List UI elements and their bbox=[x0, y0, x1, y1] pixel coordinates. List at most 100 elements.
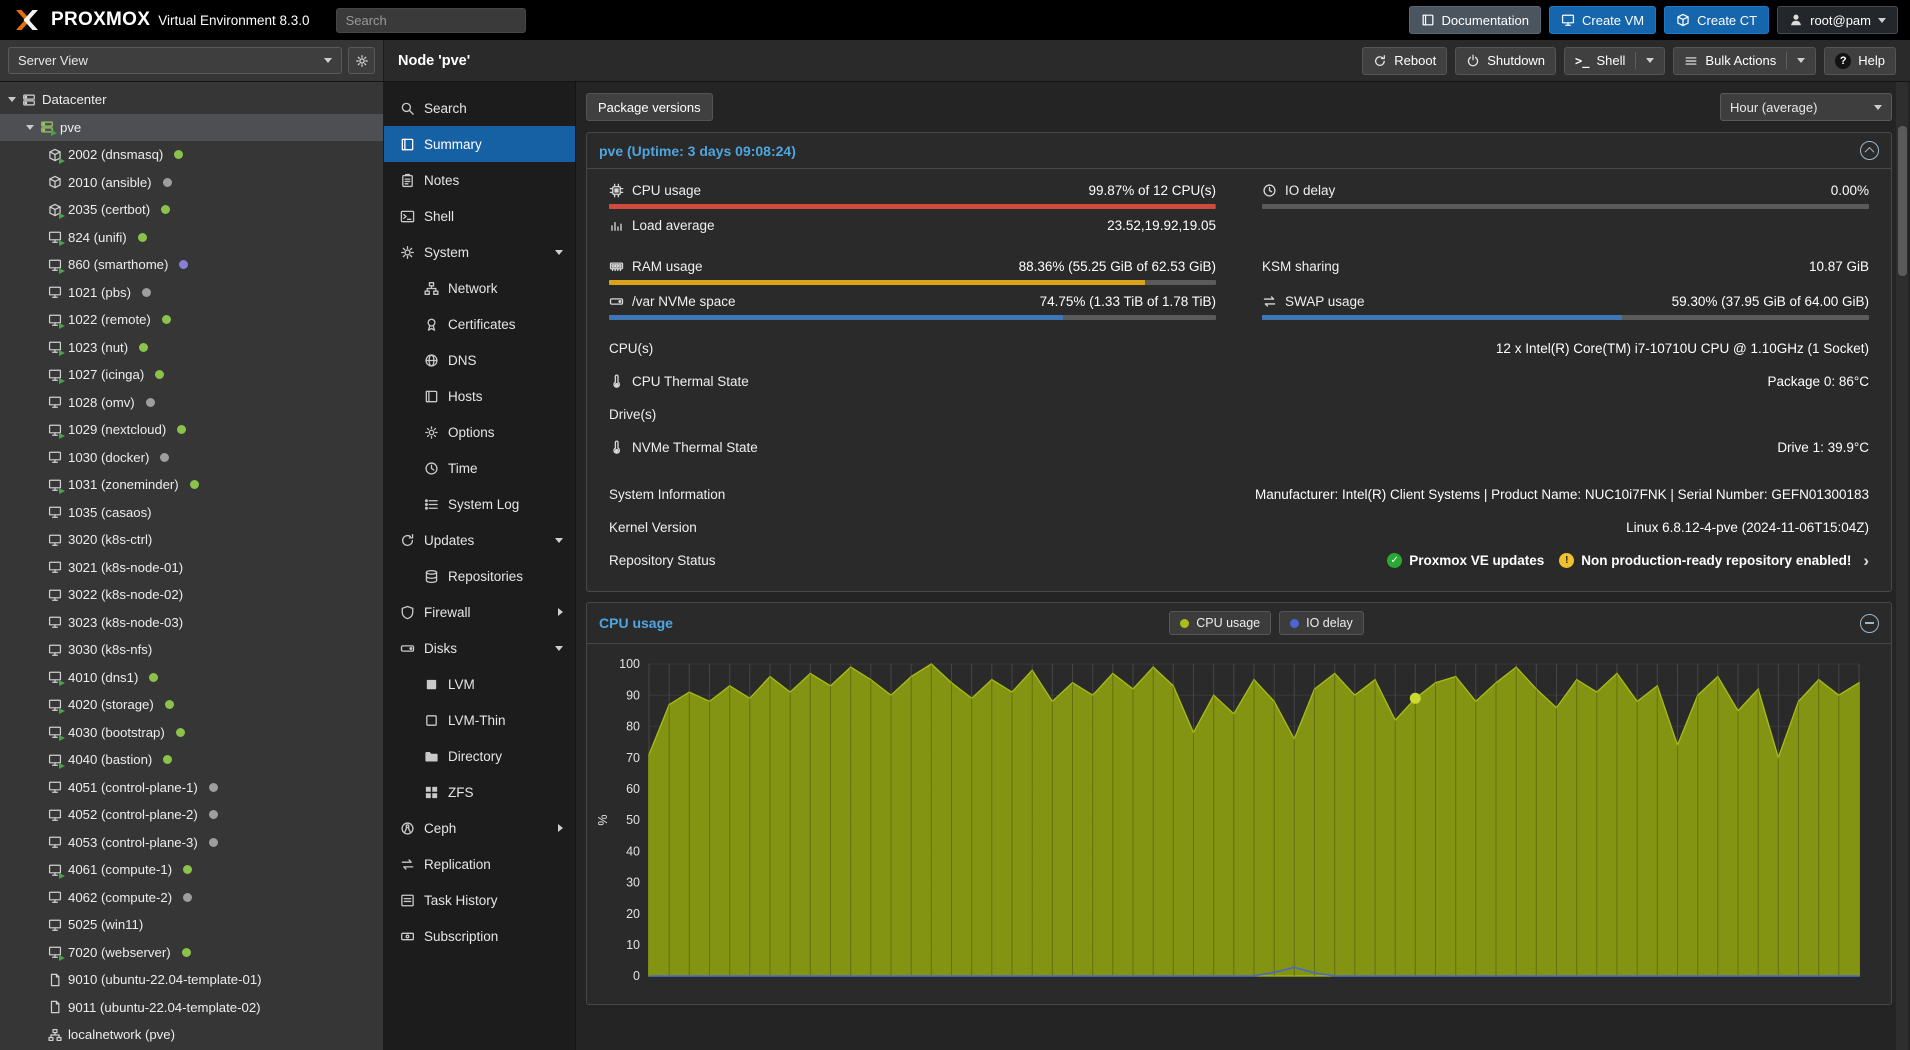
tree-item-1023-nut[interactable]: 1023 (nut) bbox=[0, 334, 383, 362]
tree-item-4062-compute-2[interactable]: 4062 (compute-2) bbox=[0, 884, 383, 912]
menu-item-options[interactable]: Options bbox=[384, 414, 575, 450]
menu-item-notes[interactable]: Notes bbox=[384, 162, 575, 198]
menu-item-certificates[interactable]: Certificates bbox=[384, 306, 575, 342]
collapse-panel-button[interactable] bbox=[1860, 141, 1879, 160]
collapse-caret-icon[interactable] bbox=[8, 97, 16, 102]
package-versions-button[interactable]: Package versions bbox=[586, 93, 713, 121]
menu-item-search[interactable]: Search bbox=[384, 90, 575, 126]
view-mode-select[interactable]: Server View bbox=[8, 47, 342, 74]
menu-item-task-history[interactable]: Task History bbox=[384, 882, 575, 918]
tree-item-4053-control-plane-3[interactable]: 4053 (control-plane-3) bbox=[0, 829, 383, 857]
collapse-panel-button[interactable] bbox=[1860, 614, 1879, 633]
tree-item-9010-ubuntu-22-04-template-01[interactable]: 9010 (ubuntu-22.04-template-01) bbox=[0, 966, 383, 994]
user-menu-button[interactable]: root@pam bbox=[1777, 6, 1898, 34]
group-caret-icon[interactable] bbox=[555, 646, 563, 651]
tree-item-1029-nextcloud[interactable]: 1029 (nextcloud) bbox=[0, 416, 383, 444]
tree-item-1031-zoneminder[interactable]: 1031 (zoneminder) bbox=[0, 471, 383, 499]
tree-item-datacenter[interactable]: Datacenter bbox=[0, 86, 383, 114]
reboot-button[interactable]: Reboot bbox=[1362, 47, 1447, 75]
timeframe-select[interactable]: Hour (average) bbox=[1720, 93, 1892, 121]
menu-item-lvm[interactable]: LVM bbox=[384, 666, 575, 702]
menu-item-repositories[interactable]: Repositories bbox=[384, 558, 575, 594]
collapse-caret-icon[interactable] bbox=[26, 125, 34, 130]
tree-item-2035-certbot[interactable]: 2035 (certbot) bbox=[0, 196, 383, 224]
tree-item-1022-remote[interactable]: 1022 (remote) bbox=[0, 306, 383, 334]
dropdown-caret-icon[interactable] bbox=[1646, 58, 1654, 63]
tree-item-5025-win11[interactable]: 5025 (win11) bbox=[0, 911, 383, 939]
detail-row-drive-s: Drive(s) bbox=[609, 398, 1869, 431]
group-caret-icon[interactable] bbox=[555, 538, 563, 543]
tree-item-2010-ansible[interactable]: 2010 (ansible) bbox=[0, 169, 383, 197]
tree-item-1027-icinga[interactable]: 1027 (icinga) bbox=[0, 361, 383, 389]
create-ct-button[interactable]: Create CT bbox=[1664, 6, 1769, 34]
search-icon bbox=[400, 101, 415, 116]
shutdown-button[interactable]: Shutdown bbox=[1455, 47, 1556, 75]
shell-button[interactable]: >_Shell bbox=[1564, 47, 1665, 75]
square-icon bbox=[424, 677, 439, 692]
monitor-icon bbox=[48, 835, 62, 849]
monitor-icon bbox=[48, 560, 62, 574]
tree-item-4010-dns1[interactable]: 4010 (dns1) bbox=[0, 664, 383, 692]
menu-item-updates[interactable]: Updates bbox=[384, 522, 575, 558]
tree-item-7020-webserver[interactable]: 7020 (webserver) bbox=[0, 939, 383, 967]
tree-item-1021-pbs[interactable]: 1021 (pbs) bbox=[0, 279, 383, 307]
menu-item-directory[interactable]: Directory bbox=[384, 738, 575, 774]
legend-item-io-delay[interactable]: IO delay bbox=[1279, 611, 1364, 635]
group-caret-icon[interactable] bbox=[558, 824, 563, 832]
menu-item-ceph[interactable]: Ceph bbox=[384, 810, 575, 846]
legend-item-cpu-usage[interactable]: CPU usage bbox=[1169, 611, 1271, 635]
tree-item-1035-casaos[interactable]: 1035 (casaos) bbox=[0, 499, 383, 527]
template-icon bbox=[48, 1000, 62, 1014]
menu-item-system[interactable]: System bbox=[384, 234, 575, 270]
menu-item-disks[interactable]: Disks bbox=[384, 630, 575, 666]
tree-item-4061-compute-1[interactable]: 4061 (compute-1) bbox=[0, 856, 383, 884]
menu-item-hosts[interactable]: Hosts bbox=[384, 378, 575, 414]
bulk-actions-button[interactable]: Bulk Actions bbox=[1673, 47, 1816, 75]
create-vm-button[interactable]: Create VM bbox=[1549, 6, 1656, 34]
tree-item-3020-k8s-ctrl[interactable]: 3020 (k8s-ctrl) bbox=[0, 526, 383, 554]
tree-item-1028-omv[interactable]: 1028 (omv) bbox=[0, 389, 383, 417]
chevron-right-icon[interactable]: › bbox=[1863, 552, 1869, 569]
menu-item-zfs[interactable]: ZFS bbox=[384, 774, 575, 810]
tree-item-3021-k8s-node-01[interactable]: 3021 (k8s-node-01) bbox=[0, 554, 383, 582]
group-caret-icon[interactable] bbox=[555, 250, 563, 255]
running-indicator bbox=[59, 873, 65, 879]
menu-item-dns[interactable]: DNS bbox=[384, 342, 575, 378]
tree-item-localnetwork-pve[interactable]: localnetwork (pve) bbox=[0, 1021, 383, 1049]
tree-item-2002-dnsmasq[interactable]: 2002 (dnsmasq) bbox=[0, 141, 383, 169]
svg-text:60: 60 bbox=[626, 782, 640, 796]
tree-item-1030-docker[interactable]: 1030 (docker) bbox=[0, 444, 383, 472]
tree-item-4052-control-plane-2[interactable]: 4052 (control-plane-2) bbox=[0, 801, 383, 829]
tree-item-4051-control-plane-1[interactable]: 4051 (control-plane-1) bbox=[0, 774, 383, 802]
group-caret-icon[interactable] bbox=[558, 608, 563, 616]
tree-item-pve[interactable]: pve bbox=[0, 114, 383, 142]
tree-settings-button[interactable] bbox=[348, 47, 375, 74]
power-icon bbox=[1466, 54, 1480, 68]
scrollbar-thumb[interactable] bbox=[1898, 126, 1907, 276]
menu-item-time[interactable]: Time bbox=[384, 450, 575, 486]
global-search-input[interactable] bbox=[336, 8, 526, 33]
tree-item-3030-k8s-nfs[interactable]: 3030 (k8s-nfs) bbox=[0, 636, 383, 664]
tree-item-9011-ubuntu-22-04-template-02[interactable]: 9011 (ubuntu-22.04-template-02) bbox=[0, 994, 383, 1022]
menu-item-lvm-thin[interactable]: LVM-Thin bbox=[384, 702, 575, 738]
tree-item-4030-bootstrap[interactable]: 4030 (bootstrap) bbox=[0, 719, 383, 747]
resource-tree: Datacenter pve 2002 (dnsmasq)2010 (ansib… bbox=[0, 82, 384, 1050]
menu-item-replication[interactable]: Replication bbox=[384, 846, 575, 882]
menu-item-system-log[interactable]: System Log bbox=[384, 486, 575, 522]
menu-item-network[interactable]: Network bbox=[384, 270, 575, 306]
documentation-button[interactable]: Documentation bbox=[1409, 6, 1541, 34]
dropdown-caret-icon[interactable] bbox=[1797, 58, 1805, 63]
menu-item-firewall[interactable]: Firewall bbox=[384, 594, 575, 630]
tag-dot bbox=[177, 425, 186, 434]
tree-item-824-unifi[interactable]: 824 (unifi) bbox=[0, 224, 383, 252]
tree-item-4020-storage[interactable]: 4020 (storage) bbox=[0, 691, 383, 719]
tree-item-860-smarthome[interactable]: 860 (smarthome) bbox=[0, 251, 383, 279]
tree-item-4040-bastion[interactable]: 4040 (bastion) bbox=[0, 746, 383, 774]
menu-item-summary[interactable]: Summary bbox=[384, 126, 575, 162]
content-scrollbar[interactable] bbox=[1896, 82, 1908, 1050]
menu-item-shell[interactable]: Shell bbox=[384, 198, 575, 234]
menu-item-subscription[interactable]: Subscription bbox=[384, 918, 575, 954]
help-button[interactable]: ?Help bbox=[1824, 47, 1896, 75]
tree-item-3023-k8s-node-03[interactable]: 3023 (k8s-node-03) bbox=[0, 609, 383, 637]
tree-item-3022-k8s-node-02[interactable]: 3022 (k8s-node-02) bbox=[0, 581, 383, 609]
